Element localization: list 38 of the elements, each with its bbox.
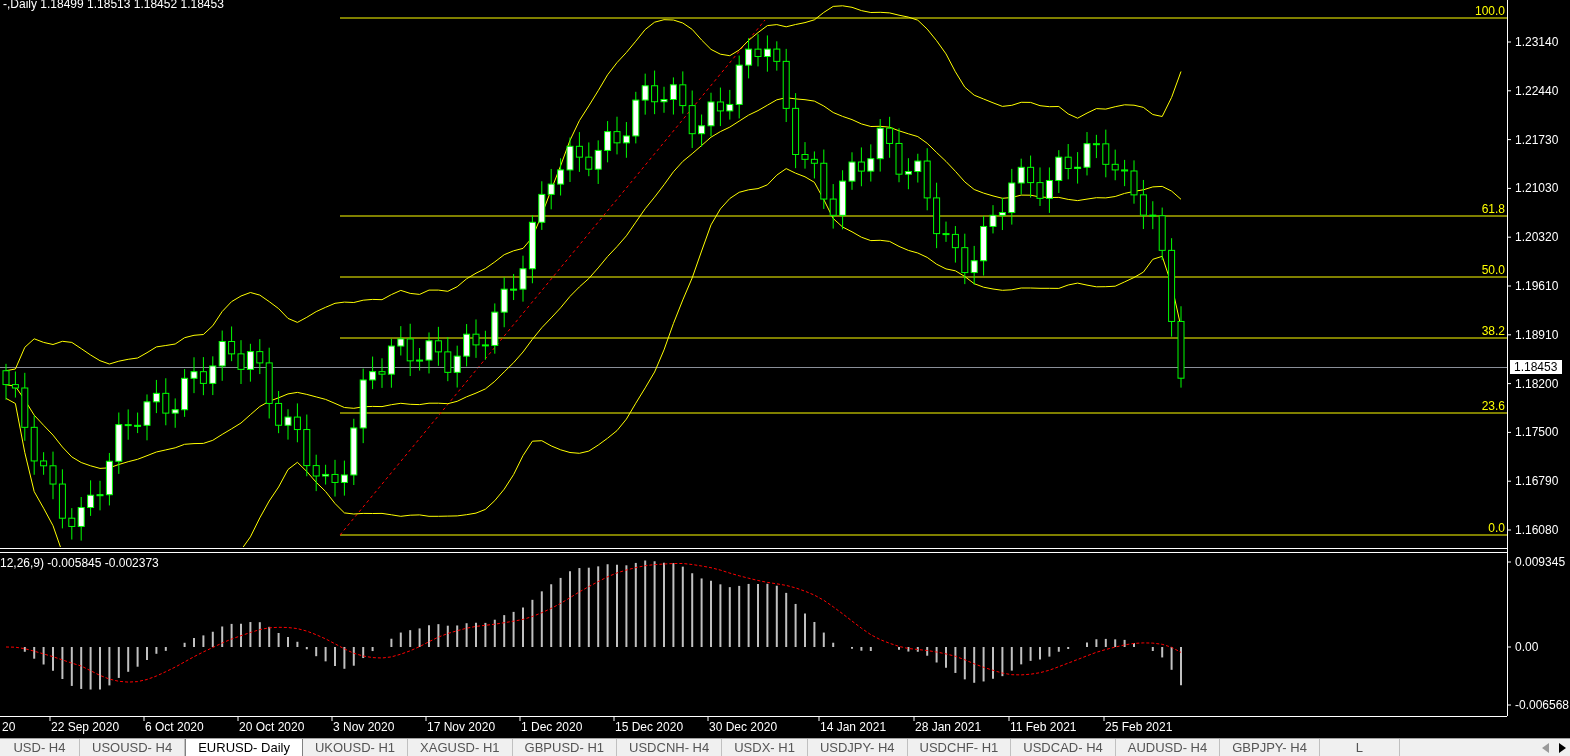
price-axis-label: 1.23140 <box>1515 35 1559 49</box>
date-axis-label: 14 Jan 2021 <box>820 720 887 734</box>
price-axis-label: 1.18200 <box>1515 376 1559 391</box>
fibonacci-level-label: 61.8 <box>1481 202 1505 216</box>
price-axis-label: 1.21730 <box>1515 132 1559 147</box>
date-axis-label: 11 Feb 2021 <box>1010 720 1077 734</box>
fibonacci-level-label: 50.0 <box>1481 263 1505 277</box>
price-axis-label: 1.22440 <box>1515 83 1559 98</box>
fibonacci-level-label: 23.6 <box>1481 399 1505 413</box>
macd-axis-label: 0.009345 <box>1515 555 1566 569</box>
date-axis-label: 3 Nov 2020 <box>333 720 395 734</box>
price-axis-label: 1.20320 <box>1515 230 1559 245</box>
price-axis-label: 1.21030 <box>1515 181 1559 196</box>
date-axis-label: 15 Dec 2020 <box>615 720 684 734</box>
fibonacci-level-label: 0.0 <box>1488 521 1505 535</box>
chart-tab[interactable]: EURUSD- Daily <box>185 739 303 756</box>
macd-axis-label: 0.00 <box>1515 640 1539 654</box>
date-axis-label: 25 Feb 2021 <box>1105 720 1173 734</box>
current-price-label: 1.18453 <box>1510 360 1562 374</box>
macd-header: 12,26,9) -0.005845 -0.002373 <box>0 556 159 570</box>
fibonacci-level-label: 38.2 <box>1481 324 1505 338</box>
chart-header: -,Daily 1.18499 1.18513 1.18452 1.18453 <box>3 0 224 11</box>
price-axis-label: 1.19610 <box>1515 279 1559 293</box>
macd-axis-label: -0.006568 <box>1515 698 1570 712</box>
date-axis-label: 20 <box>2 720 16 734</box>
date-axis-label: 28 Jan 2021 <box>915 720 982 734</box>
price-axis-label: 1.17500 <box>1515 425 1559 440</box>
date-axis-label: 17 Nov 2020 <box>427 720 496 734</box>
date-axis-label: 6 Oct 2020 <box>145 720 204 734</box>
tab-scroll-right-icon[interactable] <box>1558 742 1566 753</box>
fibonacci-level-label: 100.0 <box>1474 4 1505 18</box>
date-axis-label: 20 Oct 2020 <box>239 720 305 734</box>
price-axis-label: 1.16790 <box>1515 474 1559 489</box>
date-axis-label: 1 Dec 2020 <box>521 720 583 734</box>
price-axis-label: 1.16080 <box>1515 523 1559 537</box>
price-axis-label: 1.18910 <box>1515 327 1559 342</box>
date-axis-label: 30 Dec 2020 <box>709 720 778 734</box>
date-axis-label: 22 Sep 2020 <box>51 720 120 734</box>
